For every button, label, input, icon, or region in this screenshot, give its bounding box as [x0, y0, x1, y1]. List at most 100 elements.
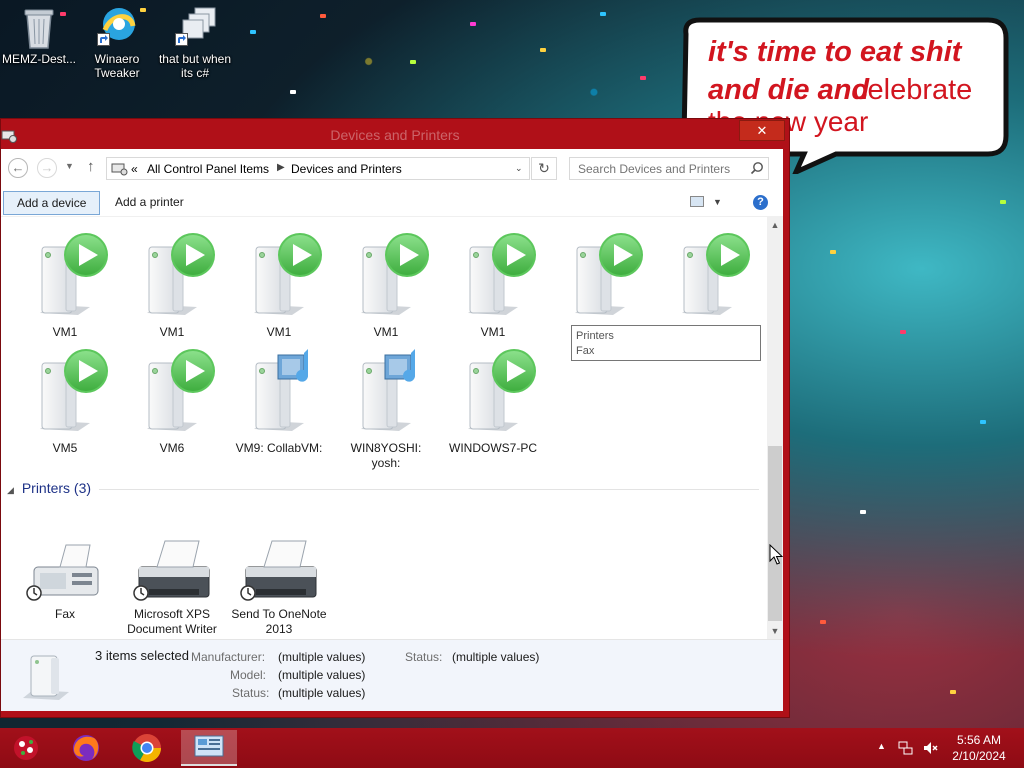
printer-item[interactable]: Fax — [15, 527, 115, 622]
recent-locations-chevron-icon[interactable]: ▼ — [65, 161, 74, 171]
computer-tower-icon — [20, 229, 110, 321]
search-icon — [750, 162, 763, 175]
tooltip-line-2: Fax — [576, 345, 595, 357]
control-panel-icon — [111, 163, 128, 176]
network-icon[interactable] — [898, 740, 914, 756]
printer-label: Microsoft XPS Document Writer — [127, 607, 217, 636]
view-dropdown-icon[interactable]: ▼ — [713, 197, 722, 207]
desktop-icon-label: Winaero Tweaker — [94, 52, 140, 80]
refresh-button[interactable]: ↻ — [531, 157, 557, 180]
scroll-down-icon[interactable]: ▼ — [767, 623, 783, 639]
printers-group-header[interactable]: ◢ Printers (3) — [7, 480, 91, 496]
device-label: VM1 — [373, 325, 399, 339]
add-device-button[interactable]: Add a device — [3, 191, 101, 215]
desktop-icon-label: MEMZ-Dest... — [2, 52, 76, 66]
desktop-icon-stack[interactable]: that but when its c# — [156, 6, 234, 80]
view-options-icon[interactable] — [690, 196, 704, 207]
address-dropdown-icon[interactable]: ⌄ — [515, 163, 523, 174]
printer-item[interactable]: Send To OneNote 2013 — [229, 527, 329, 637]
window-client: ← → ▼ ↑ « All Control Panel Items ▶ Devi… — [1, 149, 783, 711]
clipped-previous-row — [1, 217, 767, 221]
device-item[interactable] — [550, 229, 650, 325]
add-printer-button[interactable]: Add a printer — [102, 191, 197, 215]
devices-content-area: Printers Fax ◢ Printers (3) VM1 VM1 VM1 VM1… — [1, 217, 767, 639]
device-label: VM1 — [52, 325, 78, 339]
title-bar[interactable]: Devices and Printers ✕ — [1, 119, 789, 149]
scrollbar-thumb[interactable] — [768, 446, 782, 621]
clock-time: 5:56 AM — [956, 733, 1002, 747]
clock-date: 2/10/2024 — [952, 749, 1006, 763]
address-bar[interactable]: « All Control Panel Items ▶ Devices and … — [106, 157, 530, 180]
selection-count: 3 items selected — [95, 648, 189, 663]
device-item[interactable]: VM9: CollabVM: — [229, 345, 329, 456]
device-item[interactable]: VM1 — [443, 229, 543, 340]
bubble-line-2b: celebrate — [853, 74, 973, 106]
back-button[interactable]: ← — [8, 158, 28, 178]
status-value-2: (multiple values) — [452, 650, 540, 664]
tooltip-line-1: Printers — [576, 330, 614, 342]
up-arrow-icon[interactable]: ↑ — [87, 158, 95, 175]
computer-tower-icon — [448, 345, 538, 437]
status-key: Status: — [232, 686, 270, 700]
device-item[interactable]: VM1 — [15, 229, 115, 340]
start-button[interactable] — [0, 730, 52, 766]
media-device-icon — [341, 345, 431, 437]
device-item[interactable]: VM6 — [122, 345, 222, 456]
device-item[interactable]: VM1 — [229, 229, 329, 340]
printer-label: Send To OneNote 2013 — [231, 607, 327, 636]
taskbar-chrome[interactable] — [119, 730, 175, 766]
computer-tower-icon — [341, 229, 431, 321]
taskbar-firefox[interactable] — [58, 730, 114, 766]
breadcrumb-separator-icon[interactable]: ▶ — [277, 162, 285, 173]
device-label: VM1 — [159, 325, 185, 339]
computer-tower-icon — [448, 229, 538, 321]
mouse-cursor-icon — [769, 544, 783, 565]
computer-tower-icon — [234, 229, 324, 321]
winaero-icon — [97, 6, 137, 46]
fax-icon — [20, 527, 110, 603]
device-item[interactable]: VM5 — [15, 345, 115, 456]
device-label: VM1 — [480, 325, 506, 339]
search-box[interactable] — [569, 157, 769, 180]
search-input[interactable] — [570, 158, 746, 179]
taskbar: ▲ 5:56 AM 2/10/2024 — [0, 728, 1024, 768]
device-item[interactable] — [657, 229, 757, 325]
control-panel-icon — [194, 735, 224, 757]
desktop-icon-recycle-bin[interactable]: MEMZ-Dest... — [0, 6, 78, 66]
device-label: VM5 — [52, 441, 78, 455]
devices-printers-window: Devices and Printers ✕ ← → ▼ ↑ « All Con… — [0, 118, 790, 718]
forward-button[interactable]: → — [37, 158, 57, 178]
model-key: Model: — [230, 668, 267, 682]
device-item[interactable]: WIN8YOSHI: yosh: — [336, 345, 436, 471]
device-label: VM9: CollabVM: — [235, 441, 323, 455]
collapse-arrow-icon[interactable]: ◢ — [7, 485, 14, 495]
firefox-icon — [73, 735, 99, 761]
printers-group-label: Printers (3) — [21, 480, 92, 496]
device-label: WIN8YOSHI: yosh: — [350, 441, 422, 470]
shortcut-arrow-icon — [97, 33, 110, 46]
address-prefix: « — [131, 162, 138, 176]
clock[interactable]: 5:56 AM 2/10/2024 — [948, 732, 1010, 764]
group-divider — [99, 489, 759, 490]
selected-items-icon — [23, 655, 69, 700]
show-hidden-icons-icon[interactable]: ▲ — [877, 741, 886, 751]
shortcut-arrow-icon — [175, 33, 188, 46]
taskbar-control-panel[interactable] — [181, 730, 237, 766]
breadcrumb-devices-printers[interactable]: Devices and Printers — [291, 162, 402, 176]
breadcrumb-control-panel[interactable]: All Control Panel Items — [147, 162, 269, 176]
help-icon[interactable]: ? — [753, 195, 768, 210]
volume-muted-icon[interactable] — [922, 740, 938, 756]
device-label: VM6 — [159, 441, 185, 455]
media-device-icon — [234, 345, 324, 437]
device-item[interactable]: VM1 — [336, 229, 436, 340]
vertical-scrollbar[interactable]: ▲ ▼ — [767, 217, 783, 639]
bubble-line-2a: and die and — [708, 74, 870, 106]
desktop-icon-winaero[interactable]: Winaero Tweaker — [78, 6, 156, 80]
navigation-bar: ← → ▼ ↑ « All Control Panel Items ▶ Devi… — [1, 149, 783, 189]
scroll-up-icon[interactable]: ▲ — [767, 217, 783, 233]
device-item[interactable]: VM1 — [122, 229, 222, 340]
status-key-2: Status: — [405, 650, 443, 664]
close-button[interactable]: ✕ — [739, 120, 785, 141]
printer-item[interactable]: Microsoft XPS Document Writer — [122, 527, 222, 637]
device-item[interactable]: WINDOWS7-PC — [443, 345, 543, 456]
